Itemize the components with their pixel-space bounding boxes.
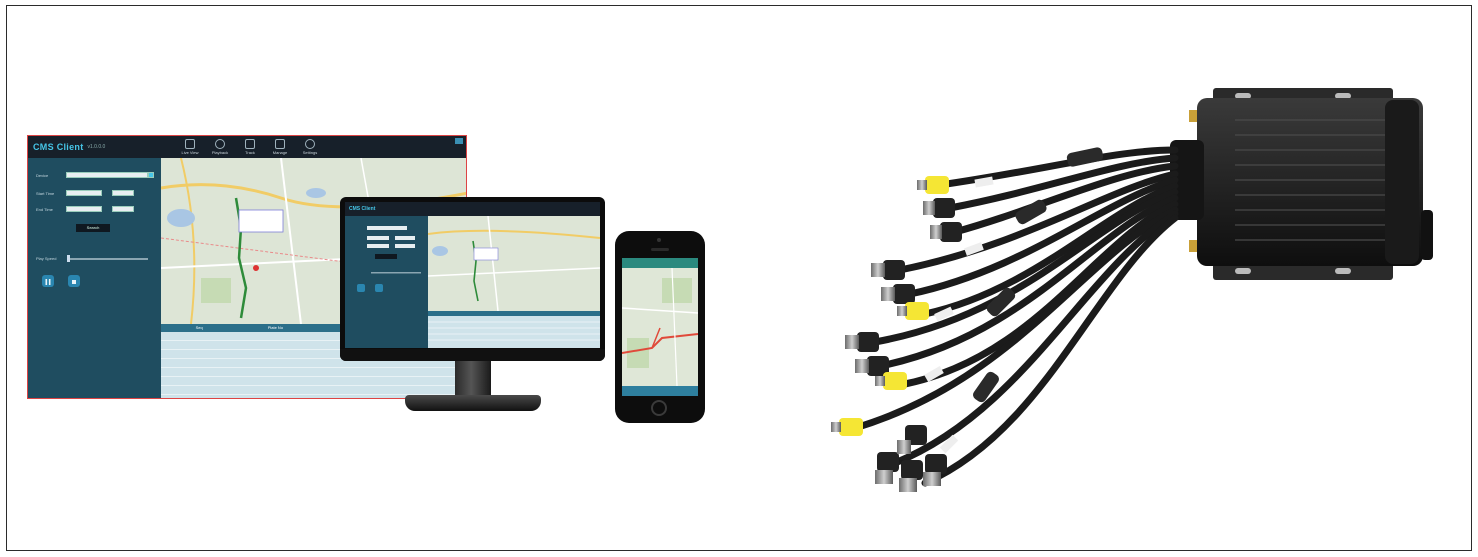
app-version: v1.0.0.0 [87,144,106,150]
nav-label: Settings [302,150,318,155]
playback-icon [215,139,225,149]
camera-icon [185,139,195,149]
phone-speaker [651,248,669,251]
monitor-table [428,311,600,348]
device-label: Device [36,173,49,178]
start-time-input[interactable] [112,190,134,196]
phone-screen [622,258,698,396]
column-header: Plate No [267,325,284,330]
monitor-app-bar: CMS Client [345,202,600,216]
monitor-app-title: CMS Client [349,206,376,212]
stop-icon [72,280,76,284]
monitor-sidebar-graphic [357,226,421,292]
table-row[interactable] [161,386,466,395]
nav-live-view[interactable]: Live View [178,136,202,155]
pause-button[interactable] [42,275,54,287]
monitor-screen: CMS Client [345,202,600,348]
monitor-map [428,216,600,311]
nav-label: Playback [211,150,229,155]
device-input[interactable] [66,172,148,178]
cms-title-bar: CMS Client v1.0.0.0 Live View Playback T… [28,136,466,158]
phone-camera [657,238,661,242]
end-time-input[interactable] [112,206,134,212]
dvr-device-graphic [831,88,1433,492]
search-button[interactable]: Search [76,224,110,232]
nav-label: Manage [272,150,288,155]
nav-label: Track [245,150,255,155]
play-speed-slider[interactable] [68,258,148,260]
start-date-input[interactable] [66,190,102,196]
monitor-stand-base [405,395,541,411]
mobile-dvr-device [825,80,1445,530]
phone-app-bar [622,258,698,268]
phone-footer-bar [622,386,698,396]
nav-label: Live View [181,150,199,155]
end-time-label: End Time [36,207,53,212]
phone-home-button [651,400,667,416]
nav-settings[interactable]: Settings [298,136,322,155]
window-control[interactable] [455,138,463,144]
device-picker-button[interactable] [148,172,154,178]
app-title: CMS Client [33,142,84,152]
track-icon [245,139,255,149]
monitor-table-graphic [428,311,600,341]
nav-track[interactable]: Track [238,136,262,155]
manage-icon [275,139,285,149]
end-date-input[interactable] [66,206,102,212]
nav-manage[interactable]: Manage [268,136,292,155]
monitor-map-graphic [428,216,600,311]
table-row[interactable] [161,377,466,386]
phone-map-graphic [622,268,698,386]
table-row[interactable] [161,368,466,377]
play-speed-label: Play Speed [36,256,57,261]
nav-playback[interactable]: Playback [208,136,232,155]
slider-handle[interactable] [67,255,70,262]
stop-button[interactable] [68,275,80,287]
pause-icon [45,279,51,285]
monitor-stand-neck [455,361,491,399]
settings-icon [305,139,315,149]
track-sidebar: Device Start Time End Time Search Play S… [28,158,161,398]
start-time-label: Start Time [36,191,55,196]
column-header: Seq [195,325,203,330]
monitor-chin [340,349,605,361]
top-nav: Live View Playback Track Manage Settings [178,136,322,155]
